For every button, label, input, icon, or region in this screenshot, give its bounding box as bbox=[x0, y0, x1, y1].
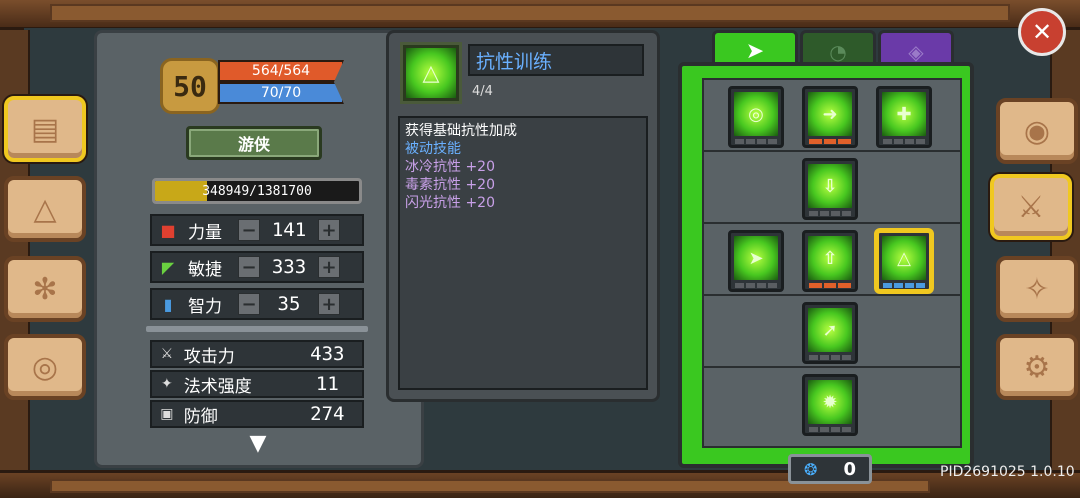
skill-node-descent[interactable]: ⇩ bbox=[802, 158, 858, 220]
arrow-up-icon: ⇧ bbox=[808, 236, 852, 280]
stat-value: 433 bbox=[310, 343, 345, 365]
xp-bar: 348949/1381700 bbox=[152, 178, 362, 204]
attribute-label: 敏捷 bbox=[188, 259, 222, 280]
attribute-value: 333 bbox=[271, 256, 307, 278]
helmet-icon: ◉ bbox=[1023, 113, 1051, 149]
bag-icon: ◎ bbox=[31, 349, 59, 385]
stat-label: 法术强度 bbox=[183, 376, 252, 397]
settings-button[interactable]: ⚙ bbox=[996, 334, 1078, 400]
crossed-swords-icon: ⚔ bbox=[1017, 189, 1045, 225]
desc-line-4: 闪光抗性 +20 bbox=[405, 195, 495, 211]
talents-button[interactable]: ✧ bbox=[996, 256, 1078, 322]
skill-node-resistance-training[interactable]: △ bbox=[876, 230, 932, 292]
map-button[interactable]: △ bbox=[4, 176, 86, 242]
stat-value: 274 bbox=[310, 403, 345, 425]
xp-text: 348949/1381700 bbox=[202, 183, 312, 199]
beam-icon: ➚ bbox=[808, 308, 852, 352]
dash-icon: ➤ bbox=[734, 236, 778, 280]
version-label: PID2691025 1.0.10 bbox=[940, 464, 1075, 480]
desc-line-0: 获得基础抗性加成 bbox=[405, 123, 517, 139]
attribute-value: 141 bbox=[271, 219, 307, 241]
increase-agility-button[interactable]: + bbox=[318, 256, 340, 278]
guild-button[interactable]: ✻ bbox=[4, 256, 86, 322]
resistance-shield-icon: △ bbox=[882, 236, 926, 280]
gears-icon: ✻ bbox=[32, 271, 58, 307]
stat-value: 11 bbox=[315, 373, 339, 395]
desc-line-1: 被动技能 bbox=[405, 141, 461, 157]
compass-icon: ✧ bbox=[1024, 271, 1050, 307]
shield-icon: ▣ bbox=[160, 406, 174, 422]
equipment-button[interactable]: ◉ bbox=[996, 98, 1078, 164]
target-icon: ◎ bbox=[734, 92, 778, 136]
wand-icon: ✦ bbox=[161, 376, 173, 392]
attribute-label: 力量 bbox=[188, 222, 222, 243]
increase-strength-button[interactable]: + bbox=[318, 219, 340, 241]
scroll-down-arrow-icon[interactable]: ▼ bbox=[232, 431, 284, 456]
leaf-icon: ◔ bbox=[829, 39, 847, 64]
class-button[interactable]: 游侠 bbox=[186, 126, 322, 160]
decrease-intelligence-button[interactable]: − bbox=[238, 293, 260, 315]
attribute-row-agility: ◤ 敏捷 − 333 + bbox=[150, 251, 364, 283]
sword-icon: ⚔ bbox=[160, 346, 174, 362]
rune-icon: ◈ bbox=[908, 39, 924, 64]
stat-label: 防御 bbox=[183, 406, 218, 427]
stats-divider bbox=[146, 326, 368, 332]
cross-icon: ✚ bbox=[882, 92, 926, 136]
stat-label: 攻击力 bbox=[183, 346, 235, 367]
skill-node-piercing-shot[interactable]: ➚ bbox=[802, 302, 858, 364]
skill-node-dash[interactable]: ➤ bbox=[728, 230, 784, 292]
stat-row-spell-power: ✦ 法术强度 11 bbox=[150, 370, 364, 398]
skills-button[interactable]: ⚔ bbox=[990, 174, 1072, 240]
close-icon: ✕ bbox=[1031, 18, 1053, 46]
bow-icon: ➤ bbox=[745, 39, 765, 64]
skill-node-leap[interactable]: ➜ bbox=[802, 86, 858, 148]
resistance-shield-icon: △ bbox=[406, 48, 456, 98]
burst-icon: ✹ bbox=[808, 380, 852, 424]
top-frame bbox=[0, 0, 1080, 30]
decrease-agility-button[interactable]: − bbox=[238, 256, 260, 278]
skill-node-focus[interactable]: ◎ bbox=[728, 86, 784, 148]
stat-row-attack: ⚔ 攻击力 433 bbox=[150, 340, 364, 368]
mp-bar: 70/70 bbox=[218, 82, 344, 104]
skill-node-ascend[interactable]: ⇧ bbox=[802, 230, 858, 292]
swirl-icon: ❂ bbox=[804, 459, 818, 479]
increase-intelligence-button[interactable]: + bbox=[318, 293, 340, 315]
level-badge: 50 bbox=[160, 58, 220, 114]
skill-node-heal[interactable]: ✚ bbox=[876, 86, 932, 148]
book-icon: ▤ bbox=[30, 111, 60, 147]
skill-level: 4/4 bbox=[472, 84, 493, 99]
desc-line-3: 毒素抗性 +20 bbox=[405, 177, 495, 193]
right-wood-panel bbox=[1050, 30, 1080, 470]
skill-points-value: 0 bbox=[843, 458, 856, 480]
arrow-down-icon: ⇩ bbox=[808, 164, 852, 208]
hp-bar: 564/564 bbox=[218, 60, 344, 82]
skill-detail-icon: △ bbox=[400, 42, 462, 104]
journal-button[interactable]: ▤ bbox=[4, 96, 86, 162]
attribute-row-intelligence: ▮ 智力 − 35 + bbox=[150, 288, 364, 320]
close-button[interactable]: ✕ bbox=[1018, 8, 1066, 56]
decrease-strength-button[interactable]: − bbox=[238, 219, 260, 241]
inventory-button[interactable]: ◎ bbox=[4, 334, 86, 400]
agility-icon: ◤ bbox=[161, 257, 175, 277]
skill-description: 获得基础抗性加成 被动技能 冰冷抗性 +20 毒素抗性 +20 闪光抗性 +20 bbox=[398, 116, 648, 390]
skill-points-counter: ❂ 0 bbox=[788, 454, 872, 484]
gear-icon: ⚙ bbox=[1023, 349, 1051, 385]
intelligence-icon: ▮ bbox=[163, 294, 173, 314]
bottom-frame bbox=[0, 470, 1080, 498]
strength-icon: ■ bbox=[160, 220, 176, 240]
skill-node-ultimate[interactable]: ✹ bbox=[802, 374, 858, 436]
map-icon: △ bbox=[33, 191, 57, 227]
stat-row-defense: ▣ 防御 274 bbox=[150, 400, 364, 428]
desc-line-2: 冰冷抗性 +20 bbox=[405, 159, 495, 175]
leap-icon: ➜ bbox=[808, 92, 852, 136]
skill-name: 抗性训练 bbox=[468, 44, 644, 76]
attribute-value: 35 bbox=[277, 293, 301, 315]
attribute-label: 智力 bbox=[188, 296, 222, 317]
attribute-row-strength: ■ 力量 − 141 + bbox=[150, 214, 364, 246]
